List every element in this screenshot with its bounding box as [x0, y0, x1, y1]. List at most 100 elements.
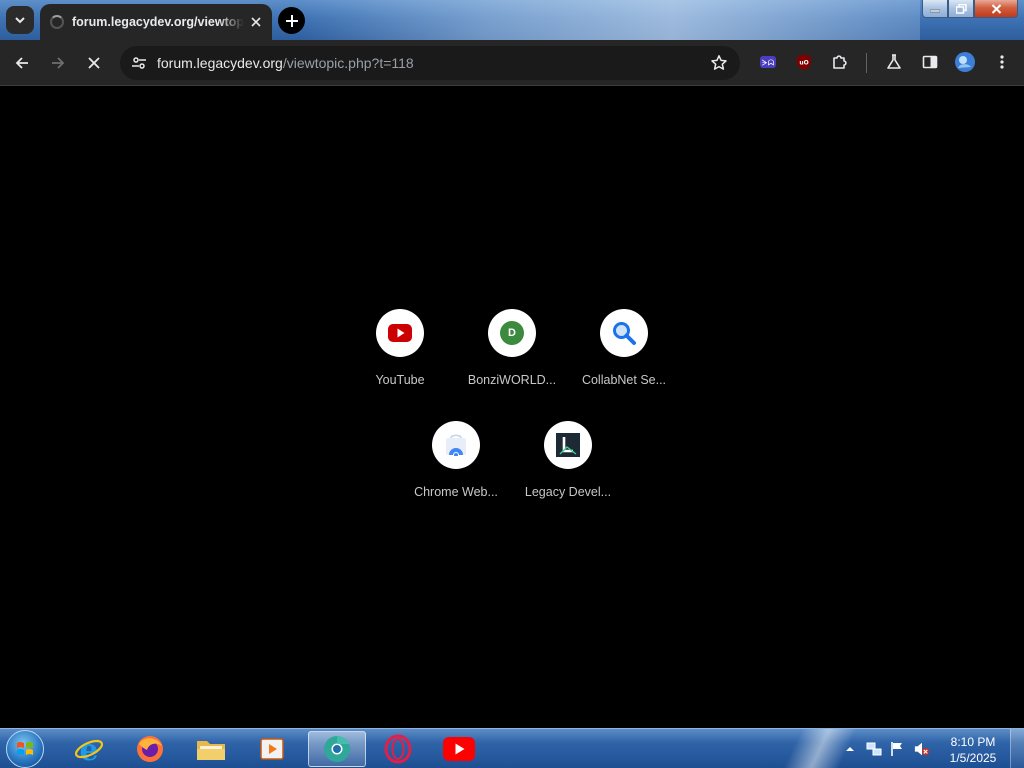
taskbar-chrome[interactable] [308, 731, 366, 767]
extensions-menu-button[interactable] [828, 50, 852, 74]
shortcut-label: BonziWORLD... [467, 373, 557, 387]
volume-muted-icon [914, 742, 930, 756]
taskbar-media-player[interactable] [243, 731, 301, 767]
shortcut-bonziworld[interactable]: D BonziWORLD... [456, 309, 568, 421]
windows-logo-icon [17, 742, 33, 755]
shortcut-label: Chrome Web... [414, 485, 498, 499]
shortcut-chrome-web-store[interactable]: Chrome Web... [400, 421, 512, 533]
shortcut-icon-circle [544, 421, 592, 469]
extension-button[interactable]: ᗒᗣ [756, 50, 780, 74]
legacy-dev-icon [556, 433, 580, 457]
chevron-down-icon [15, 17, 25, 24]
action-center-tray-button[interactable] [889, 741, 905, 757]
more-vertical-icon [1000, 55, 1004, 69]
tab-close-button[interactable] [248, 14, 264, 30]
shortcut-collabnet[interactable]: CollabNet Se... [568, 309, 680, 421]
magnifier-icon [613, 322, 636, 345]
shortcut-icon-circle [432, 421, 480, 469]
ublock-extension-button[interactable]: uO [792, 50, 816, 74]
shortcut-label: Legacy Devel... [524, 485, 612, 499]
taskbar-opera[interactable] [369, 731, 427, 767]
media-player-icon [260, 738, 284, 760]
toolbar-divider [866, 53, 867, 73]
svg-text:e: e [79, 734, 98, 764]
url-text: forum.legacydev.org/viewtopic.php?t=118 [157, 55, 414, 71]
back-button[interactable] [8, 49, 36, 77]
youtube-icon [443, 737, 475, 761]
side-panel-button[interactable] [918, 50, 942, 74]
close-icon [991, 3, 1001, 14]
taskbar-internet-explorer[interactable]: e [60, 731, 118, 767]
site-info-button[interactable] [127, 51, 151, 75]
loading-spinner-icon [50, 15, 64, 29]
taskbar-glare [760, 729, 880, 768]
start-button[interactable] [6, 730, 44, 768]
shortcut-youtube[interactable]: YouTube [344, 309, 456, 421]
shortcut-icon-circle [376, 309, 424, 357]
minimize-icon [930, 9, 940, 12]
flag-icon [891, 742, 902, 756]
page-content: YouTube D BonziWORLD... CollabNet Se... [0, 87, 1024, 728]
browser-toolbar: forum.legacydev.org/viewtopic.php?t=118 … [0, 40, 1024, 86]
window-glass-background [300, 0, 920, 40]
tab-search-button[interactable] [6, 6, 34, 34]
letter-avatar-icon: D [500, 321, 524, 345]
taskbar-firefox[interactable] [121, 731, 179, 767]
forward-button[interactable] [44, 49, 72, 77]
puzzle-icon [833, 55, 847, 69]
volume-tray-button[interactable] [914, 741, 930, 757]
taskbar-windows-explorer[interactable] [182, 731, 240, 767]
url-path: /viewtopic.php?t=118 [282, 55, 414, 71]
new-tab-button[interactable] [278, 7, 305, 34]
profile-avatar-icon [955, 52, 975, 72]
bookmark-button[interactable] [708, 52, 730, 74]
shortcut-icon-circle [600, 309, 648, 357]
show-desktop-button[interactable] [1010, 729, 1024, 768]
close-icon [88, 57, 100, 69]
close-window-button[interactable] [974, 0, 1018, 18]
minimize-button[interactable] [922, 0, 948, 18]
shortcut-label: YouTube [375, 373, 425, 387]
svg-text:uO: uO [799, 60, 808, 67]
shortcut-legacy-dev[interactable]: Legacy Devel... [512, 421, 624, 533]
tab-title: forum.legacydev.org/viewtopic.php?t=118 [72, 15, 244, 29]
internet-explorer-icon: e [74, 734, 104, 764]
windows-taskbar: e 8:10 PM 1/5/2025 [0, 728, 1024, 768]
url-host: forum.legacydev.org [157, 55, 283, 71]
extension-cat-icon: ᗒᗣ [760, 56, 776, 68]
svg-text:ᗒᗣ: ᗒᗣ [762, 59, 775, 68]
profile-button[interactable] [953, 50, 977, 74]
taskbar-youtube[interactable] [430, 731, 488, 767]
shortcut-label: CollabNet Se... [581, 373, 667, 387]
browser-menu-button[interactable] [990, 50, 1014, 74]
show-hidden-icons-button[interactable] [842, 741, 858, 757]
window-controls [922, 0, 1018, 18]
taskbar-clock[interactable]: 8:10 PM 1/5/2025 [944, 734, 1002, 766]
star-icon [711, 55, 727, 70]
firefox-icon [137, 736, 163, 762]
opera-icon [384, 734, 412, 764]
chrome-web-store-icon [446, 434, 466, 456]
plus-icon [285, 14, 298, 27]
youtube-icon [388, 324, 412, 342]
chevron-up-icon [846, 747, 854, 751]
clock-time: 8:10 PM [950, 735, 996, 749]
browser-tab-strip: forum.legacydev.org/viewtopic.php?t=118 [0, 0, 1024, 40]
labs-button[interactable] [882, 50, 906, 74]
folder-icon [197, 741, 225, 760]
clock-date: 1/5/2025 [949, 751, 997, 765]
restore-icon [955, 3, 967, 14]
arrow-left-icon [15, 57, 28, 69]
shortcut-icon-circle: D [488, 309, 536, 357]
tune-icon [132, 57, 146, 69]
network-icon [866, 742, 882, 756]
address-bar[interactable]: forum.legacydev.org/viewtopic.php?t=118 [120, 46, 740, 80]
restore-button[interactable] [948, 0, 974, 18]
side-panel-icon [922, 55, 938, 69]
network-tray-button[interactable] [866, 741, 882, 757]
chrome-icon [324, 736, 350, 762]
ublock-icon: uO [797, 54, 811, 70]
stop-loading-button[interactable] [80, 49, 108, 77]
flask-icon [887, 54, 901, 69]
tab-active[interactable]: forum.legacydev.org/viewtopic.php?t=118 [40, 4, 272, 40]
